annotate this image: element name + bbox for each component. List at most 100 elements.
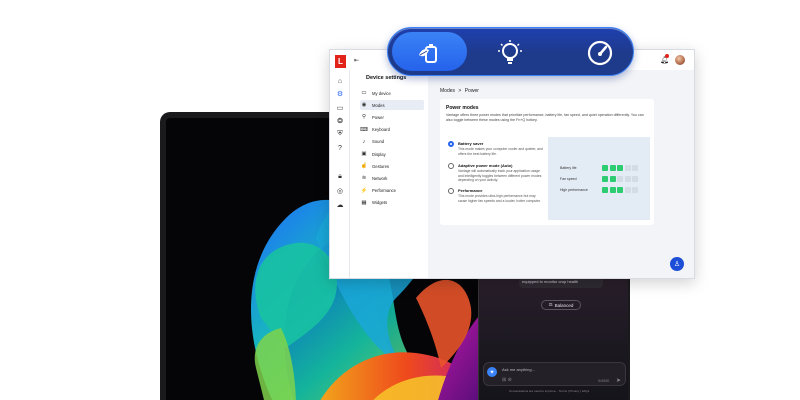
breadcrumb: Modes > Power — [440, 88, 479, 94]
copilot-panel: Illustrate a drone hovering over a field… — [478, 270, 628, 400]
nav-item-network[interactable]: ≋ Network — [360, 173, 424, 183]
nav-title: Device settings — [366, 75, 407, 81]
card-title: Power modes — [446, 105, 479, 111]
collapse-menu-icon[interactable]: ⇤ — [354, 57, 359, 64]
copilot-footer: Conversations are used to improve... Ter… — [509, 389, 590, 393]
char-count: 0/4000 — [598, 379, 609, 383]
nav-item-label: Performance — [372, 188, 396, 194]
icon-rail: ⌂ ⚙ ▭ ❂ ⛨ ? 🔒︎ ◎ ☁ — [330, 70, 350, 278]
avatar[interactable] — [675, 55, 685, 65]
comparison-label: High performance — [560, 188, 588, 192]
globe-icon[interactable]: ◎ — [335, 186, 345, 196]
level-segment — [602, 187, 608, 193]
display-icon: ▣ — [361, 151, 367, 157]
nav-item-my-device[interactable]: ▭ My device — [360, 88, 424, 98]
stage: Illustrate a drone hovering over a field… — [0, 0, 800, 400]
laptop-rail-icon[interactable]: ▭ — [335, 103, 345, 113]
nav-item-sound[interactable]: ♪ Sound — [360, 137, 424, 147]
nav-item-modes[interactable]: ◉ Modes — [360, 100, 424, 111]
apps-icon[interactable]: ❂ — [335, 116, 345, 126]
level-segment — [632, 187, 638, 193]
mode-description: Vantage will automatically track your ap… — [458, 169, 542, 182]
level-segment — [624, 176, 631, 182]
level-segment — [609, 165, 616, 171]
copilot-chat-icon[interactable]: ✦ — [487, 367, 497, 377]
notification-badge — [665, 54, 669, 58]
breadcrumb-separator: > — [458, 88, 462, 94]
help-icon[interactable]: ? — [335, 143, 345, 153]
cloud-icon[interactable]: ☁ — [335, 200, 345, 210]
mode-radio[interactable] — [448, 188, 454, 194]
nav-item-label: Display — [372, 151, 386, 157]
assistant-button[interactable]: ♙ — [670, 257, 684, 271]
nav-item-label: Power — [372, 114, 384, 120]
gestures-icon: ☝ — [360, 163, 368, 170]
nav-item-widgets[interactable]: ▦ Widgets — [360, 198, 424, 208]
pin-icon: ⚲ — [361, 114, 367, 121]
lightbulb-icon[interactable] — [495, 38, 525, 68]
balanced-label: Balanced — [554, 302, 574, 308]
nav-item-label: Sound — [372, 139, 385, 145]
comparison-row: Fan speed — [560, 176, 650, 184]
mode-radio[interactable] — [448, 141, 454, 147]
send-icon[interactable]: ➤ — [616, 377, 621, 384]
modes-icon: ◉ — [361, 102, 367, 109]
level-segment — [602, 176, 608, 182]
vantage-window: L ⇤ 🔔︎ ⌂ ⚙ ▭ ❂ ⛨ ? 🔒︎ ◎ ☁ Device setting… — [329, 49, 695, 279]
shield-icon[interactable]: ⛨ — [335, 129, 345, 139]
level-segment — [609, 187, 616, 193]
battery-leaf-icon[interactable] — [415, 38, 445, 68]
mode-title: Performance — [458, 188, 483, 193]
level-segment — [624, 165, 631, 171]
level-segment — [617, 165, 623, 171]
level-segment — [609, 176, 616, 182]
level-segment — [617, 176, 623, 182]
wifi-icon: ≋ — [361, 175, 367, 182]
nav-item-label: Modes — [372, 102, 385, 108]
mode-title: Adaptive power mode (Auto) — [458, 163, 513, 168]
level-segment — [602, 165, 608, 171]
card-description: Vantage offers three power modes that pr… — [446, 113, 644, 122]
nav-item-keyboard[interactable]: ⌨ Keyboard — [360, 125, 424, 135]
nav-item-display[interactable]: ▣ Display — [360, 149, 424, 159]
breadcrumb-parent[interactable]: Modes — [440, 88, 455, 94]
mode-description: This mode makes your computer cooler and… — [458, 147, 543, 156]
performance-icon: ⚡ — [360, 187, 368, 194]
keyboard-icon: ⌨ — [360, 126, 368, 133]
nav-item-performance[interactable]: ⚡ Performance — [360, 186, 424, 196]
laptop-icon: ▭ — [361, 90, 367, 96]
sound-icon: ♪ — [362, 138, 366, 145]
balance-icon: ⚖ — [548, 302, 553, 307]
gear-icon[interactable]: ⚙ — [335, 89, 345, 99]
widgets-icon: ▦ — [361, 199, 367, 206]
nav-item-label: Widgets — [372, 200, 388, 206]
home-icon[interactable]: ⌂ — [335, 76, 345, 86]
nav-item-label: My device — [372, 90, 391, 96]
assistant-icon: ♙ — [673, 261, 681, 268]
ask-input[interactable]: ✦ Ask me anything... ⊞ ⊘ 0/4000 ➤ — [483, 362, 626, 386]
nav-item-power[interactable]: ⚲ Power — [360, 112, 424, 122]
ask-placeholder: Ask me anything... — [502, 367, 535, 372]
mode-comparison-panel: Battery life Fan speed High performance — [548, 137, 650, 220]
nav-item-label: Keyboard — [372, 127, 390, 133]
nav-item-gestures[interactable]: ☝ Gestures — [360, 161, 424, 171]
level-segment — [617, 187, 623, 193]
breadcrumb-current: Power — [464, 88, 479, 94]
mode-description: This mode provides ultra-high performanc… — [458, 194, 541, 203]
comparison-row: Battery life — [560, 165, 650, 173]
speedometer-icon[interactable] — [585, 38, 615, 68]
comparison-row: High performance — [560, 187, 650, 195]
balanced-button[interactable]: ⚖ Balanced — [541, 300, 581, 310]
level-segment — [624, 187, 631, 193]
nav-item-label: Network — [372, 175, 388, 181]
mode-title: Battery saver — [458, 141, 484, 146]
mode-radio[interactable] — [448, 163, 454, 169]
attach-icon[interactable]: ⊞ ⊘ — [502, 377, 512, 383]
nav-item-label: Gestures — [372, 163, 389, 169]
comparison-label: Battery life — [560, 166, 577, 170]
lock-icon[interactable]: 🔒︎ — [335, 172, 345, 182]
power-mode-switcher — [387, 27, 634, 76]
comparison-label: Fan speed — [560, 177, 577, 181]
power-modes-card: Power modes Vantage offers three power m… — [440, 99, 654, 225]
level-segment — [632, 176, 638, 182]
